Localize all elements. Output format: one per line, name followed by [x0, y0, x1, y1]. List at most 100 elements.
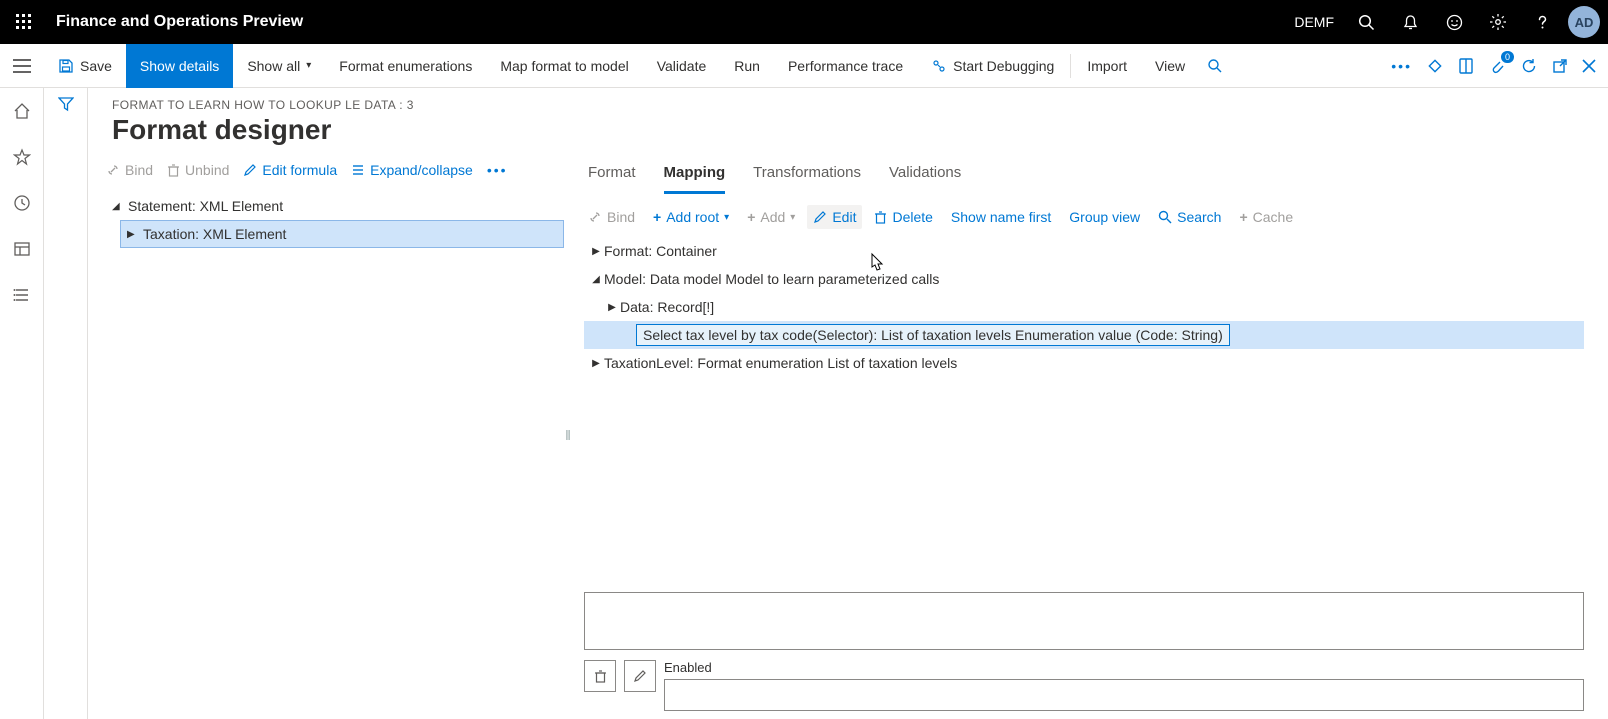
- link-icon: [588, 210, 602, 224]
- page-title: Format designer: [112, 114, 1584, 146]
- tree-node-label: Statement: XML Element: [128, 198, 283, 214]
- search-icon[interactable]: [1344, 0, 1388, 44]
- show-name-first-button[interactable]: Show name first: [951, 209, 1051, 225]
- start-debugging-label: Start Debugging: [953, 58, 1054, 74]
- expand-collapse-button[interactable]: Expand/collapse: [351, 162, 473, 178]
- favorites-icon[interactable]: [0, 140, 44, 174]
- map-format-to-model-button[interactable]: Map format to model: [486, 44, 642, 88]
- modules-icon[interactable]: [0, 278, 44, 312]
- tree-node-label: Taxation: XML Element: [143, 226, 286, 242]
- run-button[interactable]: Run: [720, 44, 774, 88]
- validate-label: Validate: [657, 58, 707, 74]
- search-button[interactable]: Search: [1158, 209, 1221, 225]
- edit-button[interactable]: Edit: [807, 205, 862, 229]
- view-button[interactable]: View: [1141, 44, 1199, 88]
- pencil-icon: [633, 669, 647, 683]
- tree-node-format-container[interactable]: ▶ Format: Container: [584, 237, 1584, 265]
- add-button[interactable]: + Add ▾: [747, 209, 795, 225]
- enabled-label: Enabled: [664, 660, 1584, 675]
- splitter-handle[interactable]: ‖: [564, 150, 572, 719]
- plus-icon: +: [653, 209, 661, 225]
- save-icon: [58, 58, 74, 74]
- tree-node-statement[interactable]: ◢ Statement: XML Element: [106, 192, 564, 220]
- enabled-input[interactable]: [664, 679, 1584, 711]
- import-button[interactable]: Import: [1073, 44, 1141, 88]
- refresh-icon[interactable]: [1520, 57, 1538, 75]
- tree-node-label: Data: Record[!]: [620, 299, 714, 315]
- show-details-button[interactable]: Show details: [126, 44, 233, 88]
- plus-icon: +: [1239, 209, 1247, 225]
- show-details-label: Show details: [140, 58, 219, 74]
- tree-node-label: Select tax level by tax code(Selector): …: [636, 324, 1230, 346]
- settings-icon[interactable]: [1476, 0, 1520, 44]
- save-label: Save: [80, 58, 112, 74]
- tree-node-selector[interactable]: Select tax level by tax code(Selector): …: [584, 321, 1584, 349]
- action-search-button[interactable]: [1199, 44, 1231, 88]
- delete-formula-button[interactable]: [584, 660, 616, 692]
- pencil-icon: [813, 210, 827, 224]
- trash-icon: [167, 163, 180, 177]
- group-view-button[interactable]: Group view: [1069, 209, 1140, 225]
- cache-button[interactable]: + Cache: [1239, 209, 1293, 225]
- overflow-button[interactable]: •••: [487, 162, 508, 178]
- link-icon: [106, 163, 120, 177]
- tab-format[interactable]: Format: [588, 158, 636, 194]
- nav-toggle-icon[interactable]: [0, 44, 44, 88]
- format-enumerations-label: Format enumerations: [339, 58, 472, 74]
- attachments-count: 0: [1501, 51, 1514, 63]
- edit-formula-button[interactable]: Edit formula: [243, 162, 337, 178]
- validate-button[interactable]: Validate: [643, 44, 721, 88]
- tab-transformations[interactable]: Transformations: [753, 158, 861, 194]
- formula-textarea[interactable]: [584, 592, 1584, 650]
- diamond-icon[interactable]: [1426, 57, 1444, 75]
- close-icon[interactable]: [1582, 59, 1596, 73]
- recent-icon[interactable]: [0, 186, 44, 220]
- edit-formula-button[interactable]: [624, 660, 656, 692]
- tree-node-model[interactable]: ◢ Model: Data model Model to learn param…: [584, 265, 1584, 293]
- left-nav-rail: [0, 88, 44, 719]
- start-debugging-button[interactable]: Start Debugging: [917, 44, 1068, 88]
- workspaces-icon[interactable]: [0, 232, 44, 266]
- show-all-button[interactable]: Show all ▾: [233, 44, 325, 88]
- overflow-icon[interactable]: •••: [1391, 58, 1412, 74]
- bind-button[interactable]: Bind: [106, 162, 153, 178]
- chevron-down-icon: ▾: [724, 212, 729, 223]
- popout-icon[interactable]: [1552, 58, 1568, 74]
- delete-button[interactable]: Delete: [874, 209, 932, 225]
- company-code[interactable]: DEMF: [1294, 14, 1334, 30]
- add-root-button[interactable]: + Add root ▾: [653, 209, 729, 225]
- unbind-button[interactable]: Unbind: [167, 162, 229, 178]
- home-icon[interactable]: [0, 94, 44, 128]
- map-format-to-model-label: Map format to model: [500, 58, 628, 74]
- filter-column: [44, 88, 88, 719]
- notifications-icon[interactable]: [1388, 0, 1432, 44]
- attachments-icon[interactable]: 0: [1488, 57, 1506, 75]
- import-label: Import: [1087, 58, 1127, 74]
- format-enumerations-button[interactable]: Format enumerations: [325, 44, 486, 88]
- list-icon: [351, 163, 365, 177]
- pencil-icon: [243, 163, 257, 177]
- plus-icon: +: [747, 209, 755, 225]
- feedback-icon[interactable]: [1432, 0, 1476, 44]
- search-icon: [1158, 210, 1172, 224]
- view-label: View: [1155, 58, 1185, 74]
- save-button[interactable]: Save: [44, 44, 126, 88]
- caret-right-icon: ▶: [588, 358, 604, 369]
- mapping-bind-button[interactable]: Bind: [588, 209, 635, 225]
- caret-right-icon: ▶: [604, 302, 620, 313]
- debug-icon: [931, 58, 947, 74]
- help-icon[interactable]: [1520, 0, 1564, 44]
- performance-trace-button[interactable]: Performance trace: [774, 44, 917, 88]
- page-options-icon[interactable]: [1458, 57, 1474, 75]
- tree-node-data[interactable]: ▶ Data: Record[!]: [584, 293, 1584, 321]
- tab-strip: Format Mapping Transformations Validatio…: [584, 158, 1584, 195]
- tab-validations[interactable]: Validations: [889, 158, 961, 194]
- trash-icon: [594, 669, 607, 683]
- app-launcher-icon[interactable]: [0, 0, 48, 44]
- tab-mapping[interactable]: Mapping: [664, 158, 726, 194]
- chevron-down-icon: ▾: [306, 60, 311, 71]
- tree-node-taxation-level[interactable]: ▶ TaxationLevel: Format enumeration List…: [584, 349, 1584, 377]
- tree-node-taxation[interactable]: ▶ Taxation: XML Element: [120, 220, 564, 248]
- filter-icon[interactable]: [58, 96, 74, 719]
- user-avatar[interactable]: AD: [1568, 6, 1600, 38]
